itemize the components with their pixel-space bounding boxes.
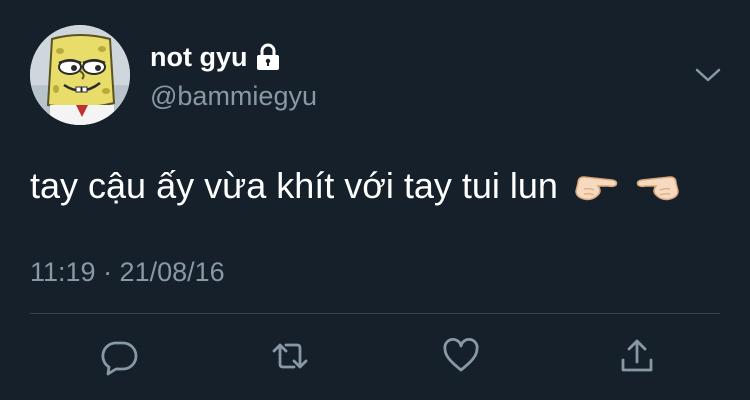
like-button[interactable] — [441, 336, 481, 376]
divider — [30, 313, 720, 314]
tweet-card: not gyu @bammiegyu tay cậu ấy vừa khít v… — [0, 0, 750, 400]
retweet-button[interactable] — [270, 336, 310, 376]
heart-icon — [443, 337, 479, 372]
chevron-down-icon[interactable] — [693, 62, 723, 88]
tweet-timestamp[interactable]: 11:19 · 21/08/16 — [30, 256, 225, 288]
tweet-text: tay cậu ấy vừa khít với tay tui lun — [30, 165, 558, 206]
tweet-text-row: tay cậu ấy vừa khít với tay tui lun — [30, 164, 682, 208]
spongebob-avatar-image — [30, 25, 130, 125]
retweet-icon — [272, 343, 308, 369]
lock-icon — [255, 43, 281, 71]
user-handle[interactable]: @bammiegyu — [150, 80, 317, 112]
reply-button[interactable] — [99, 336, 139, 376]
share-icon — [621, 339, 653, 372]
share-button[interactable] — [617, 336, 657, 376]
display-name[interactable]: not gyu — [150, 42, 247, 72]
display-name-row: not gyu — [150, 42, 281, 72]
pointing-right-hand-emoji — [572, 171, 620, 205]
avatar[interactable] — [30, 25, 130, 125]
pointing-left-hand-emoji — [634, 171, 682, 205]
reply-icon — [101, 341, 138, 376]
